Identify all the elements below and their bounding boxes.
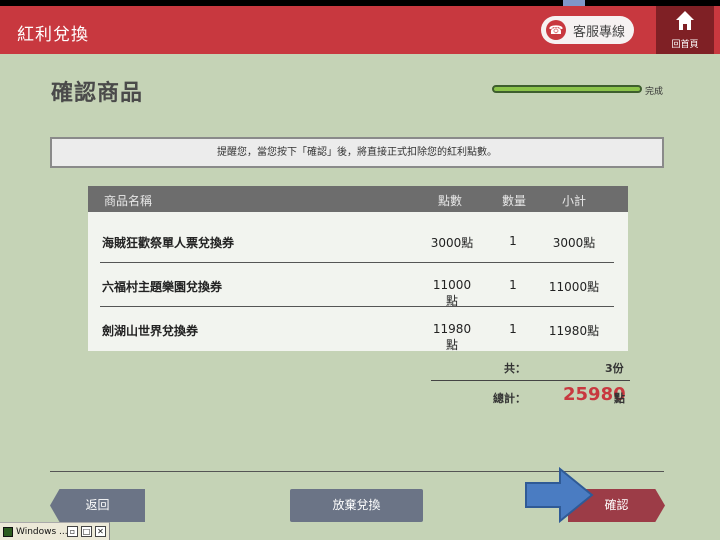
- table-row: 六福村主題樂園兌換券 11000點 1 11000點: [88, 263, 628, 308]
- header-bar: 紅利兌換 ☎ 客服專線 回首頁: [0, 6, 720, 54]
- col-header-points: 點數: [438, 194, 463, 208]
- hotline-label: 客服專線: [573, 25, 626, 40]
- col-header-subtotal: 小計: [562, 194, 587, 208]
- total-sum-label: 總計：: [493, 392, 526, 405]
- taskbar-label: Windows ...: [16, 527, 68, 537]
- home-icon: [676, 11, 694, 30]
- pointer-arrow-icon: [525, 467, 594, 523]
- quit-exchange-button[interactable]: 放棄兌換: [290, 489, 423, 522]
- close-icon[interactable]: ✕: [95, 526, 106, 537]
- window-icon: [3, 527, 13, 537]
- maximize-icon[interactable]: □: [81, 526, 92, 537]
- app-title: 紅利兌換: [17, 25, 89, 45]
- progress-label: 完成: [645, 87, 664, 97]
- restore-icon[interactable]: ▫: [67, 526, 78, 537]
- row-subtotal: 11000點: [548, 280, 600, 294]
- row-points: 11980點: [432, 322, 472, 352]
- row-qty: 1: [509, 234, 517, 248]
- items-table: 商品名稱 點數 數量 小計 海賊狂歡祭單人票兌換券 3000點 1 3000點 …: [88, 186, 628, 352]
- total-sum-unit: 點: [614, 392, 625, 405]
- back-button[interactable]: 返回: [50, 489, 145, 522]
- row-subtotal: 3000點: [552, 236, 596, 250]
- row-qty: 1: [509, 322, 517, 336]
- notice-text: 提醒您，當您按下「確認」後，將直接正式扣除您的紅利點數。: [217, 147, 497, 158]
- hotline-button[interactable]: ☎ 客服專線: [541, 16, 634, 44]
- col-header-qty: 數量: [502, 194, 527, 208]
- home-label: 回首頁: [671, 40, 699, 50]
- notice-box: 提醒您，當您按下「確認」後，將直接正式扣除您的紅利點數。: [50, 137, 664, 168]
- home-button[interactable]: 回首頁: [656, 6, 714, 54]
- page-title: 確認商品: [51, 81, 144, 106]
- table-row: 海賊狂歡祭單人票兌換券 3000點 1 3000點: [88, 219, 628, 263]
- row-name: 海賊狂歡祭單人票兌換券: [102, 236, 235, 250]
- col-header-name: 商品名稱: [104, 194, 153, 208]
- taskbar-item[interactable]: Windows ... ▫ □ ✕: [0, 522, 110, 540]
- row-points: 3000點: [430, 236, 474, 250]
- row-subtotal: 11980點: [548, 324, 600, 338]
- row-points: 11000點: [432, 278, 472, 308]
- phone-icon: ☎: [546, 20, 566, 40]
- row-name: 劍湖山世界兌換券: [102, 324, 199, 338]
- row-name: 六福村主題樂園兌換券: [102, 280, 223, 294]
- table-row: 劍湖山世界兌換券 11980點 1 11980點: [88, 307, 628, 352]
- progress-bar: [492, 85, 642, 93]
- total-count-value: 3份: [605, 362, 624, 375]
- total-count-label: 共：: [504, 362, 526, 375]
- row-qty: 1: [509, 278, 517, 292]
- table-header: 商品名稱 點數 數量 小計: [88, 186, 628, 212]
- totals-divider: [431, 380, 630, 381]
